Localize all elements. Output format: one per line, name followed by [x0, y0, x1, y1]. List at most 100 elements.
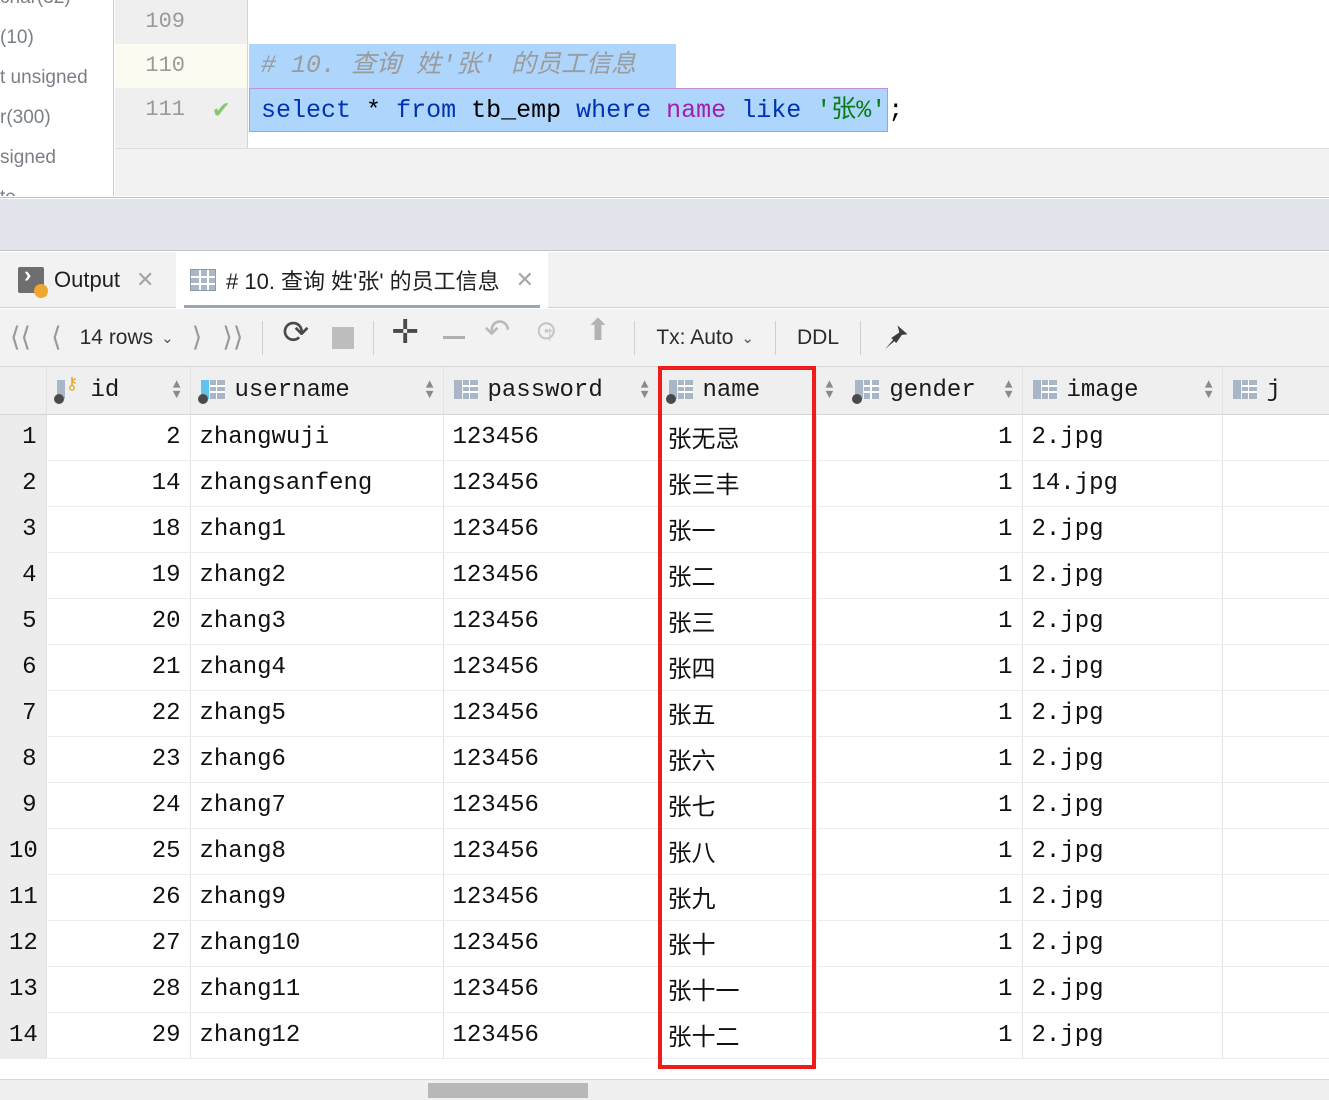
- cell-image[interactable]: 2.jpg: [1022, 552, 1223, 599]
- previous-page-button[interactable]: ⟨: [41, 309, 72, 367]
- cell-password[interactable]: 123456: [443, 782, 659, 829]
- cell-name[interactable]: 张八: [658, 828, 817, 875]
- cell-image[interactable]: 14.jpg: [1022, 460, 1223, 507]
- cell-password[interactable]: 123456: [443, 920, 659, 967]
- cell-image[interactable]: 2.jpg: [1022, 1012, 1223, 1059]
- cell-job[interactable]: [1222, 736, 1329, 783]
- cell-username[interactable]: zhangsanfeng: [190, 460, 444, 507]
- revert-selected-button[interactable]: [525, 309, 575, 367]
- cell-id[interactable]: 28: [46, 966, 191, 1013]
- cell-gender[interactable]: 1: [816, 920, 1023, 967]
- cell-name[interactable]: 张无忌: [658, 414, 817, 461]
- cell-id[interactable]: 25: [46, 828, 191, 875]
- close-icon[interactable]: ✕: [516, 267, 534, 293]
- cell-job[interactable]: [1222, 644, 1329, 691]
- cell-username[interactable]: zhang4: [190, 644, 444, 691]
- cell-password[interactable]: 123456: [443, 414, 659, 461]
- next-page-button[interactable]: ⟩: [182, 309, 213, 367]
- cell-gender[interactable]: 1: [816, 460, 1023, 507]
- cell-password[interactable]: 123456: [443, 828, 659, 875]
- cell-image[interactable]: 2.jpg: [1022, 414, 1223, 461]
- cell-id[interactable]: 24: [46, 782, 191, 829]
- cell-name[interactable]: 张七: [658, 782, 817, 829]
- table-row[interactable]: 6 21 zhang4 123456 张四 1 2.jpg: [0, 644, 1329, 691]
- column-header-password[interactable]: password ▲ ▼: [443, 367, 659, 415]
- reload-button[interactable]: [272, 309, 322, 367]
- cell-image[interactable]: 2.jpg: [1022, 598, 1223, 645]
- cell-job[interactable]: [1222, 414, 1329, 461]
- cell-gender[interactable]: 1: [816, 552, 1023, 599]
- submit-button[interactable]: [575, 309, 625, 367]
- cell-username[interactable]: zhang3: [190, 598, 444, 645]
- cell-gender[interactable]: 1: [816, 414, 1023, 461]
- pin-tab-button[interactable]: [870, 309, 920, 367]
- table-row[interactable]: 5 20 zhang3 123456 张三 1 2.jpg: [0, 598, 1329, 645]
- cell-name[interactable]: 张一: [658, 506, 817, 553]
- cell-job[interactable]: [1222, 874, 1329, 921]
- cell-id[interactable]: 29: [46, 1012, 191, 1059]
- table-row[interactable]: 10 25 zhang8 123456 张八 1 2.jpg: [0, 828, 1329, 875]
- cell-name[interactable]: 张六: [658, 736, 817, 783]
- code-text-area[interactable]: # 10. 查询 姓'张' 的员工信息 select * from tb_emp…: [249, 0, 1329, 148]
- sort-toggle-icon[interactable]: ▲ ▼: [426, 378, 434, 401]
- cell-id[interactable]: 23: [46, 736, 191, 783]
- cell-password[interactable]: 123456: [443, 460, 659, 507]
- cell-job[interactable]: [1222, 552, 1329, 599]
- cell-username[interactable]: zhang5: [190, 690, 444, 737]
- cell-password[interactable]: 123456: [443, 690, 659, 737]
- cell-name[interactable]: 张三丰: [658, 460, 817, 507]
- cell-id[interactable]: 18: [46, 506, 191, 553]
- revert-button[interactable]: [475, 309, 525, 367]
- delete-row-button[interactable]: [433, 309, 475, 367]
- table-row[interactable]: 7 22 zhang5 123456 张五 1 2.jpg: [0, 690, 1329, 737]
- row-count-selector[interactable]: 14 rows ⌄: [72, 326, 182, 350]
- cell-gender[interactable]: 1: [816, 736, 1023, 783]
- cell-password[interactable]: 123456: [443, 598, 659, 645]
- cell-name[interactable]: 张五: [658, 690, 817, 737]
- cell-job[interactable]: [1222, 460, 1329, 507]
- cell-gender[interactable]: 1: [816, 966, 1023, 1013]
- editor-line-number-gutter[interactable]: 109 110 111 ✔: [115, 0, 248, 148]
- result-data-grid[interactable]: ⚷ id ▲ ▼ username ▲ ▼ password ▲ ▼ name …: [0, 367, 1329, 1060]
- ddl-button[interactable]: DDL: [785, 326, 851, 350]
- cell-gender[interactable]: 1: [816, 828, 1023, 875]
- column-header-id[interactable]: ⚷ id ▲ ▼: [46, 367, 191, 415]
- cell-name[interactable]: 张十一: [658, 966, 817, 1013]
- sort-toggle-icon[interactable]: ▲ ▼: [1005, 378, 1013, 401]
- cell-image[interactable]: 2.jpg: [1022, 506, 1223, 553]
- cell-image[interactable]: 2.jpg: [1022, 920, 1223, 967]
- table-row[interactable]: 8 23 zhang6 123456 张六 1 2.jpg: [0, 736, 1329, 783]
- cell-id[interactable]: 22: [46, 690, 191, 737]
- cell-job[interactable]: [1222, 782, 1329, 829]
- cell-id[interactable]: 27: [46, 920, 191, 967]
- cell-image[interactable]: 2.jpg: [1022, 782, 1223, 829]
- close-icon[interactable]: ✕: [136, 267, 154, 293]
- cell-gender[interactable]: 1: [816, 690, 1023, 737]
- cell-image[interactable]: 2.jpg: [1022, 828, 1223, 875]
- cell-image[interactable]: 2.jpg: [1022, 966, 1223, 1013]
- results-splitter-panel[interactable]: [0, 199, 1329, 251]
- cell-gender[interactable]: 1: [816, 782, 1023, 829]
- cell-password[interactable]: 123456: [443, 552, 659, 599]
- cell-password[interactable]: 123456: [443, 1012, 659, 1059]
- cell-name[interactable]: 张二: [658, 552, 817, 599]
- cell-password[interactable]: 123456: [443, 644, 659, 691]
- table-row[interactable]: 12 27 zhang10 123456 张十 1 2.jpg: [0, 920, 1329, 967]
- cell-job[interactable]: [1222, 920, 1329, 967]
- cell-username[interactable]: zhang2: [190, 552, 444, 599]
- sort-toggle-icon[interactable]: ▲ ▼: [173, 378, 181, 401]
- cell-username[interactable]: zhangwuji: [190, 414, 444, 461]
- cell-gender[interactable]: 1: [816, 506, 1023, 553]
- cell-job[interactable]: [1222, 506, 1329, 553]
- sort-toggle-icon[interactable]: ▲ ▼: [826, 378, 834, 401]
- cell-id[interactable]: 19: [46, 552, 191, 599]
- cell-username[interactable]: zhang8: [190, 828, 444, 875]
- tab-output[interactable]: Output ✕: [4, 252, 168, 308]
- horizontal-scrollbar-track[interactable]: [0, 1079, 1329, 1100]
- column-header-username[interactable]: username ▲ ▼: [190, 367, 444, 415]
- sort-toggle-icon[interactable]: ▲ ▼: [641, 378, 649, 401]
- column-header-image[interactable]: image ▲ ▼: [1022, 367, 1223, 415]
- cell-job[interactable]: [1222, 598, 1329, 645]
- cell-id[interactable]: 14: [46, 460, 191, 507]
- cell-job[interactable]: [1222, 690, 1329, 737]
